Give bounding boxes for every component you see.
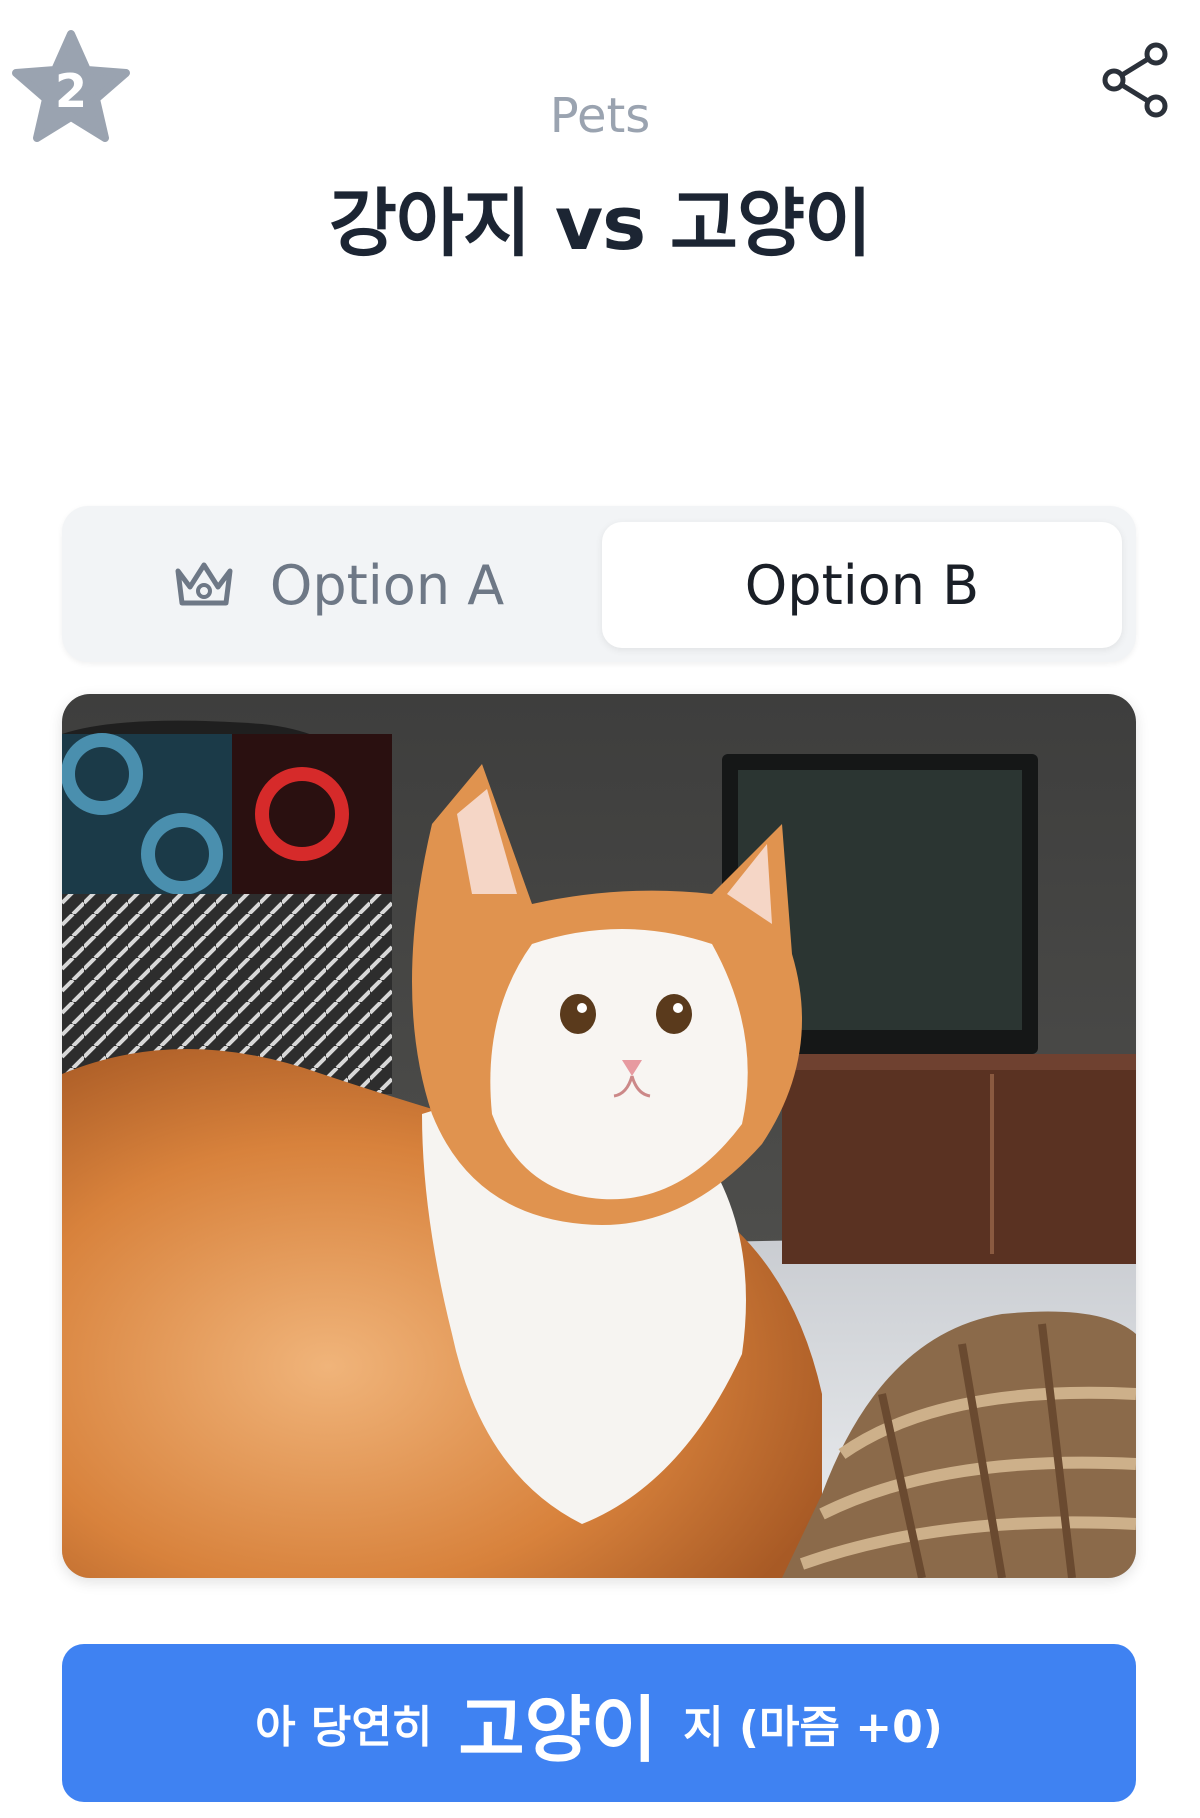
vote-suffix: 지 (마즘 +0) — [683, 1702, 943, 1753]
vote-card: 2 Pets 강아지 vs 고양이 Option A Option B 아 당연… — [0, 0, 1200, 1818]
option-b-tab[interactable]: Option B — [602, 522, 1122, 648]
crown-icon — [175, 562, 233, 606]
cat-image — [62, 694, 1136, 1578]
category-label: Pets — [549, 88, 651, 144]
vote-button[interactable]: 아 당연히 고양이 지 (마즘 +0) — [62, 1644, 1136, 1802]
option-a-label: Option A — [269, 553, 505, 617]
option-b-label: Option B — [744, 553, 980, 617]
option-switcher: Option A Option B — [62, 506, 1136, 662]
vote-prefix: 아 당연히 — [255, 1702, 433, 1753]
cat-photo — [62, 694, 1136, 1578]
option-a-tab[interactable]: Option A — [78, 522, 598, 648]
vote-choice: 고양이 — [458, 1687, 658, 1772]
page-title: 강아지 vs 고양이 — [328, 181, 872, 267]
